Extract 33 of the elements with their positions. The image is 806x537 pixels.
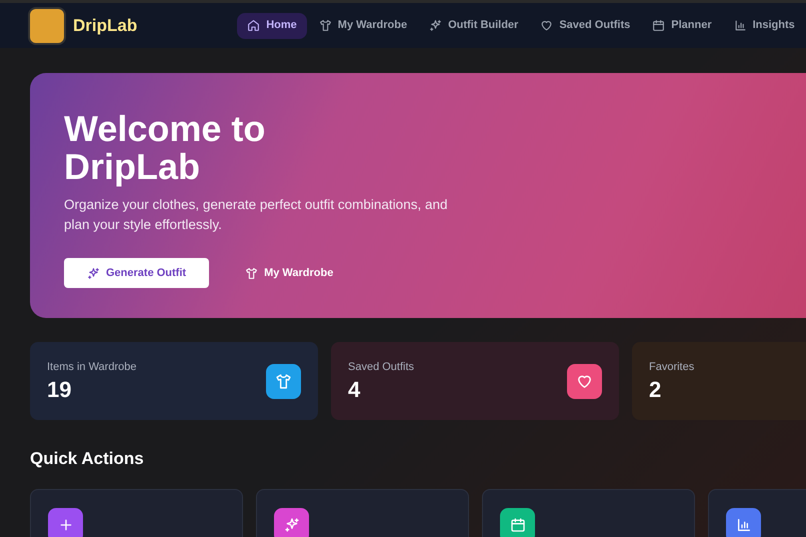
sparkles-icon [429,19,442,32]
sparkles-icon [284,517,300,533]
nav-link[interactable]: Saved Outfits [530,12,640,38]
shirt-icon [245,266,258,280]
nav-link[interactable]: Home [237,12,307,38]
hero-subtitle: Organize your clothes, generate perfect outfit combinations, and plan your style effortlessly. [64,196,448,234]
calendar-icon [652,19,666,32]
hero-title: Welcome to DripLab [64,110,266,186]
stat-label: Favorites [649,360,694,376]
shirt-icon [318,19,332,32]
stat-value: 4 [348,376,362,403]
generate-outfit-button[interactable]: Generate Outfit [64,258,210,288]
heart-icon [540,19,554,32]
logo-image [28,6,66,44]
calendar-icon [510,517,526,533]
my-wardrobe-button[interactable]: My Wardrobe [239,258,340,288]
plus-icon [58,517,74,533]
brand-name: DripLab [73,14,138,37]
bar-chart-icon [734,19,747,32]
stat-label: Items in Wardrobe [47,360,136,376]
nav-link[interactable]: Planner [642,12,722,38]
nav-link[interactable]: My Wardrobe [308,12,418,38]
heart-icon [576,372,593,390]
bar-chart-icon [736,517,752,533]
sparkles-icon [87,266,100,280]
section-heading: Quick Actions [30,448,145,470]
home-icon [247,19,260,32]
shirt-icon [275,372,292,390]
stat-label: Saved Outfits [348,360,414,376]
nav-link[interactable]: Insights [724,12,805,38]
stat-value: 19 [47,376,72,403]
stat-value: 2 [649,376,662,403]
nav-link[interactable]: Outfit Builder [419,12,528,38]
